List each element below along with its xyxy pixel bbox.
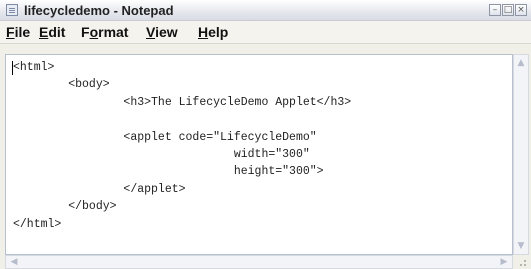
menu-format-prefix: F (81, 24, 90, 40)
scroll-right-arrow-icon[interactable]: ▶ (496, 256, 512, 268)
menu-help-rest: elp (208, 24, 229, 40)
window-title: lifecycledemo - Notepad (24, 3, 174, 18)
menu-view-mnemonic: V (146, 24, 156, 40)
menu-file[interactable]: File (6, 24, 30, 40)
notepad-icon[interactable] (6, 4, 18, 16)
menu-view[interactable]: View (146, 24, 178, 40)
menu-file-mnemonic: F (6, 24, 15, 40)
scroll-left-arrow-icon[interactable]: ◀ (6, 256, 22, 268)
minimize-button[interactable]: – (489, 4, 501, 16)
menu-format[interactable]: Format (81, 24, 128, 40)
maximize-button[interactable]: □ (502, 4, 514, 16)
scroll-up-arrow-icon[interactable]: ▲ (514, 55, 528, 71)
menu-bar: File Edit Format View Help (0, 21, 531, 44)
menu-help[interactable]: Help (198, 24, 228, 40)
resize-grip-icon[interactable] (513, 255, 529, 269)
scroll-down-arrow-icon[interactable]: ▼ (514, 238, 528, 254)
menu-edit-rest: dit (48, 24, 66, 40)
title-bar[interactable]: lifecycledemo - Notepad – □ × (0, 0, 531, 21)
menu-format-mnemonic: o (89, 24, 99, 40)
vertical-scrollbar[interactable]: ▲ ▼ (513, 54, 529, 255)
close-button[interactable]: × (515, 4, 527, 16)
editor-text[interactable]: <html> <body> <h3>The LifecycleDemo Appl… (13, 59, 351, 233)
menu-view-rest: iew (155, 24, 178, 40)
menu-edit-mnemonic: E (39, 24, 49, 40)
menu-format-rest: rmat (98, 24, 129, 40)
menu-help-mnemonic: H (198, 24, 209, 40)
caption-buttons: – □ × (489, 4, 527, 16)
notepad-window: lifecycledemo - Notepad – □ × File Edit … (0, 0, 531, 269)
horizontal-scrollbar[interactable]: ◀ ▶ (5, 255, 513, 269)
menu-edit[interactable]: Edit (39, 24, 65, 40)
menu-file-rest: ile (14, 24, 31, 40)
text-editor-area[interactable]: <html> <body> <h3>The LifecycleDemo Appl… (5, 54, 513, 255)
